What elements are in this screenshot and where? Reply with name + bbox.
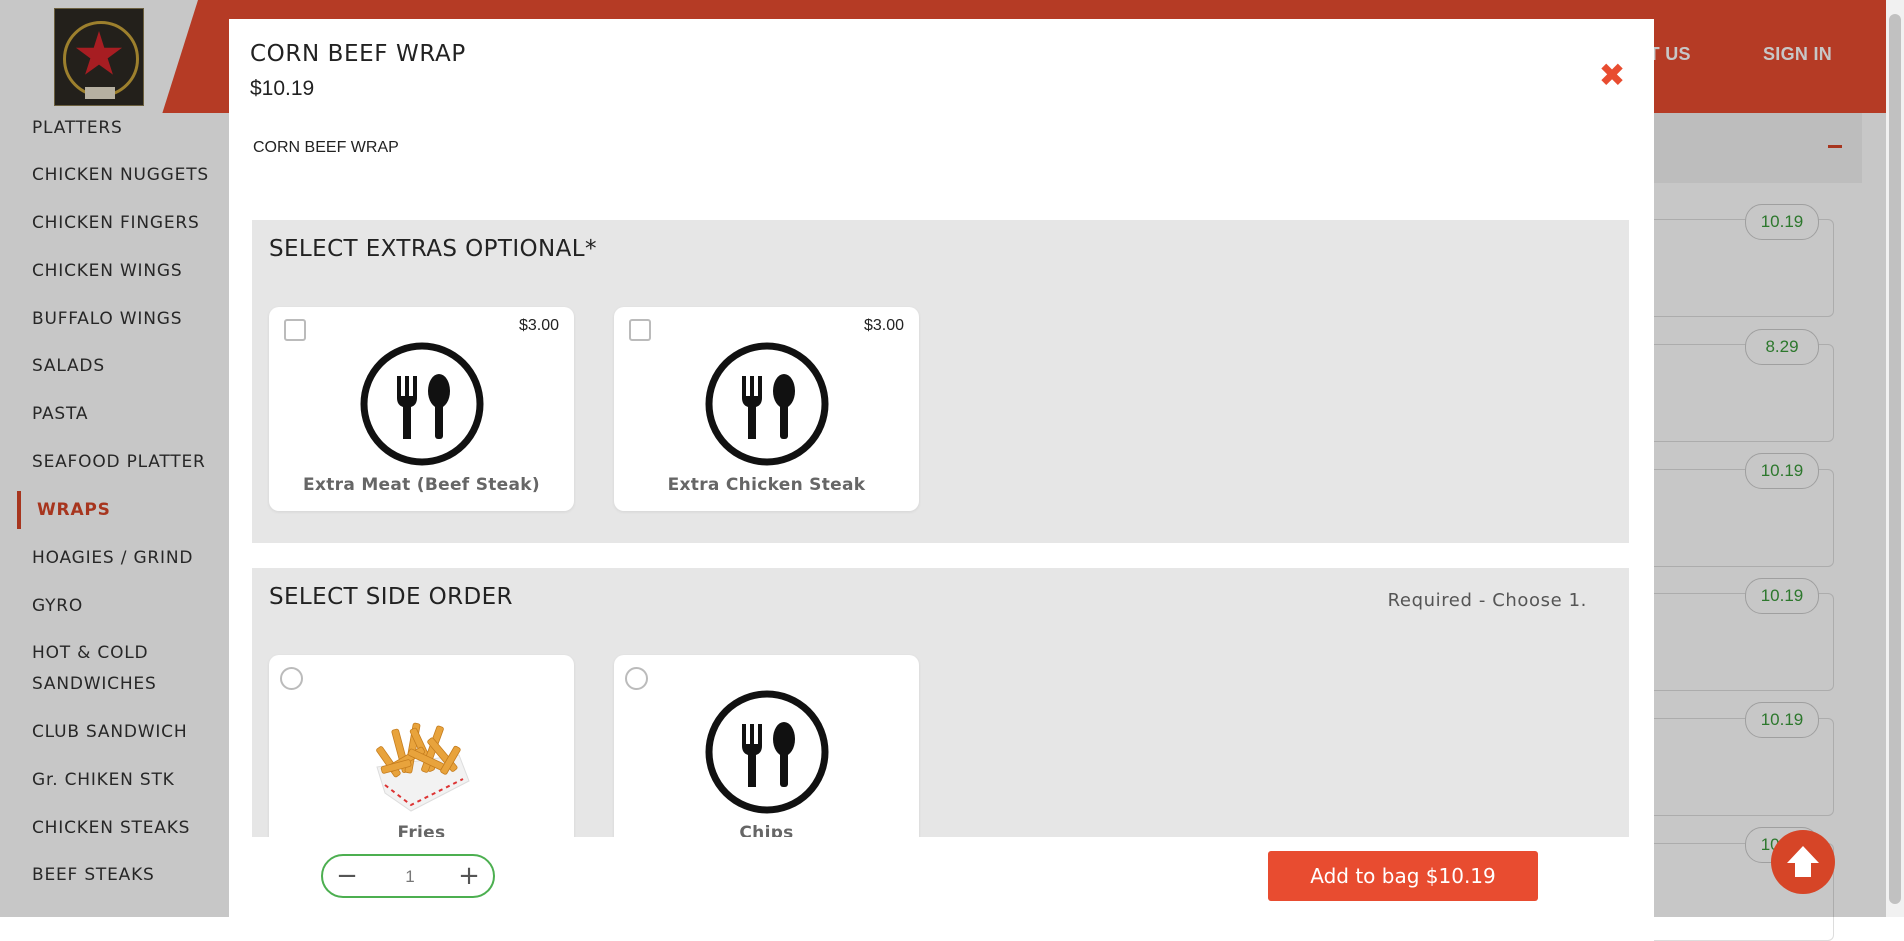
option-radio[interactable] <box>280 667 303 690</box>
decrease-quantity-button[interactable]: − <box>329 859 365 893</box>
option-card-chips[interactable]: Chips <box>614 655 919 859</box>
option-card-fries[interactable]: Fries <box>269 655 574 859</box>
section-requirement: Required - Choose 1. <box>1387 590 1587 611</box>
increase-quantity-button[interactable]: + <box>451 859 487 893</box>
modal-footer: − + Add to bag $10.19 <box>229 837 1654 917</box>
scroll-to-top-button[interactable] <box>1771 830 1835 894</box>
option-card-extra-chicken[interactable]: $3.00 Extra Chicken Steak <box>614 307 919 511</box>
arrow-up-icon <box>1787 846 1819 877</box>
option-label: Extra Meat (Beef Steak) <box>303 475 540 495</box>
modal-title: CORN BEEF WRAP <box>250 41 466 67</box>
option-radio[interactable] <box>625 667 648 690</box>
option-price: $3.00 <box>518 317 559 334</box>
extras-section: SELECT EXTRAS OPTIONAL* $3.00 Extra Meat… <box>252 220 1629 543</box>
modal-price: $10.19 <box>250 77 315 100</box>
fries-image <box>376 722 470 812</box>
scrollbar-thumb[interactable] <box>1889 14 1901 904</box>
option-price: $3.00 <box>863 317 904 334</box>
utensils-icon <box>360 342 484 466</box>
section-title: SELECT SIDE ORDER <box>269 584 513 610</box>
option-label: Extra Chicken Steak <box>667 475 866 495</box>
item-options-modal: CORN BEEF WRAP $10.19 ✖ CORN BEEF WRAP S… <box>229 19 1654 917</box>
utensils-icon <box>705 690 829 814</box>
option-checkbox[interactable] <box>629 319 651 341</box>
add-to-bag-button[interactable]: Add to bag $10.19 <box>1268 851 1538 901</box>
quantity-input[interactable] <box>373 860 447 894</box>
close-icon[interactable]: ✖ <box>1596 59 1628 91</box>
option-checkbox[interactable] <box>284 319 306 341</box>
utensils-icon <box>705 342 829 466</box>
modal-description: CORN BEEF WRAP <box>253 139 399 156</box>
option-card-extra-meat[interactable]: $3.00 Extra Meat (Beef Steak) <box>269 307 574 511</box>
section-title: SELECT EXTRAS OPTIONAL* <box>269 236 597 262</box>
quantity-stepper: − + <box>321 854 495 898</box>
